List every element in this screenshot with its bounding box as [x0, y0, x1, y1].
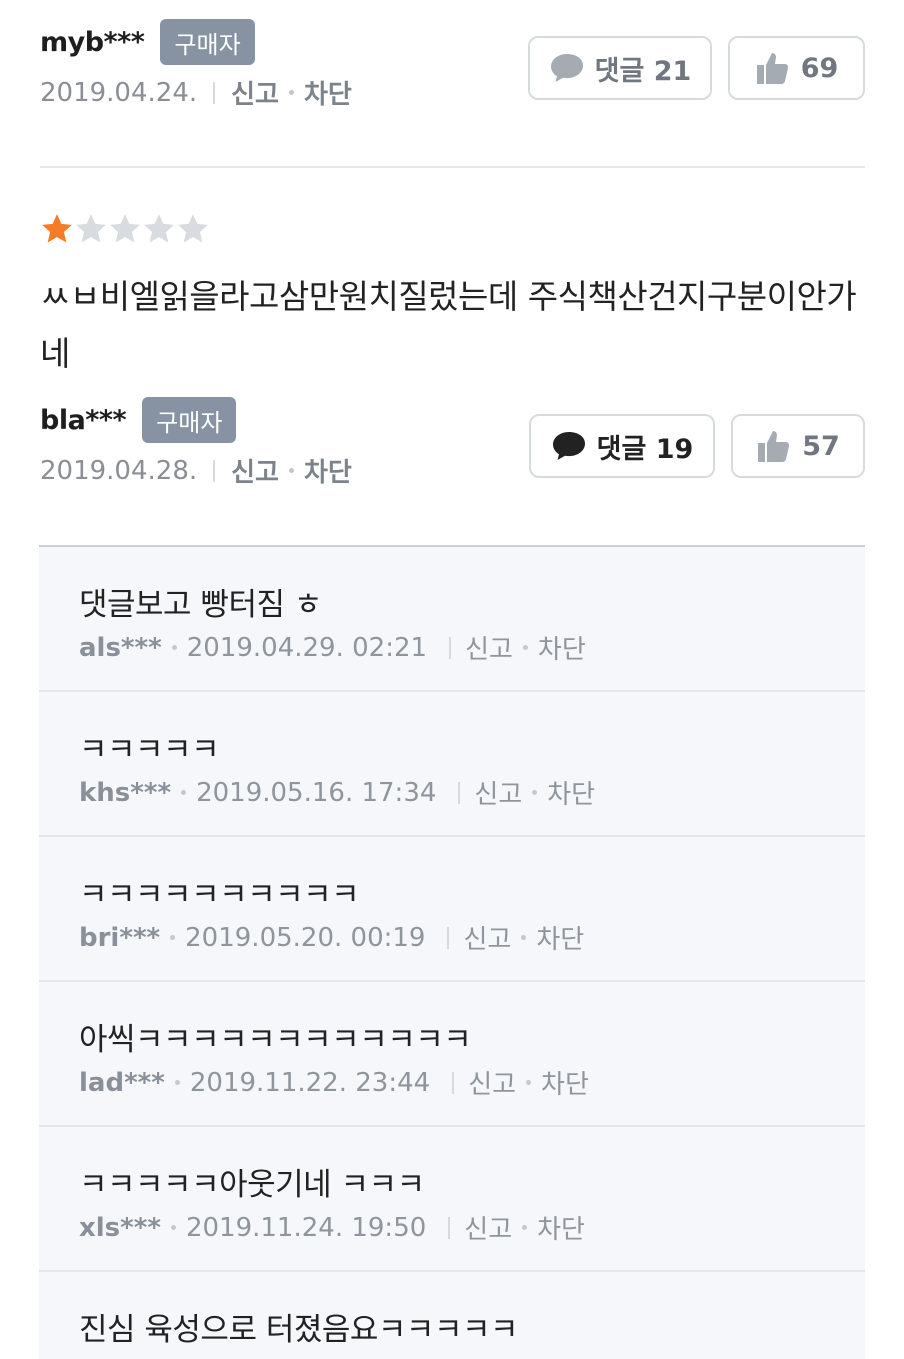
- comment-datetime: 2019.11.24. 19:50: [185, 1212, 427, 1243]
- comment-text: ㅋㅋㅋㅋㅋㅋㅋㅋㅋㅋ: [79, 877, 360, 913]
- dot-separator: [171, 645, 177, 650]
- star-empty-icon: [76, 214, 106, 243]
- comment-count-label: 댓글 21: [594, 55, 692, 87]
- comment-text: ㅋㅋㅋㅋㅋ: [79, 732, 220, 768]
- comment-username[interactable]: als***: [79, 633, 162, 663]
- comment-list: 댓글보고 빵터짐 ㅎ als*** 2019.04.29. 02:21 신고 차…: [39, 545, 865, 1359]
- dot-separator: [288, 90, 294, 95]
- comment-username[interactable]: xls***: [79, 1213, 161, 1243]
- thumbs-up-icon: [756, 428, 792, 464]
- speech-bubble-icon: [551, 430, 587, 462]
- block-link[interactable]: 차단: [538, 629, 586, 666]
- star-filled-icon: [42, 214, 72, 243]
- comment-item: 댓글보고 빵터짐 ㅎ als*** 2019.04.29. 02:21 신고 차…: [39, 547, 865, 692]
- separator: [458, 781, 461, 804]
- review-1-meta-row: 2019.04.24. 신고 차단: [40, 74, 352, 111]
- review-1-comment-button[interactable]: 댓글 21: [528, 36, 712, 100]
- like-count: 57: [802, 430, 840, 462]
- dot-separator: [532, 790, 538, 795]
- star-empty-icon: [178, 214, 208, 243]
- buyer-badge: 구매자: [142, 397, 237, 443]
- star-empty-icon: [110, 214, 140, 243]
- block-link[interactable]: 차단: [304, 452, 352, 489]
- dot-separator: [174, 1080, 180, 1085]
- separator: [213, 81, 216, 104]
- review-divider: [40, 166, 865, 168]
- comment-item: ㅋㅋㅋㅋㅋㅋㅋㅋㅋㅋ bri*** 2019.05.20. 00:19 신고 차…: [39, 837, 865, 982]
- report-link[interactable]: 신고: [465, 629, 513, 666]
- comment-item: ㅋㅋㅋㅋㅋ아웃기네 ㅋㅋㅋ xls*** 2019.11.24. 19:50 신…: [39, 1127, 865, 1272]
- comment-text: ㅋㅋㅋㅋㅋ아웃기네 ㅋㅋㅋ: [79, 1167, 425, 1203]
- dot-separator: [170, 935, 176, 940]
- comment-count-label: 댓글 19: [596, 433, 694, 465]
- report-link[interactable]: 신고: [474, 774, 522, 811]
- report-link[interactable]: 신고: [231, 74, 279, 111]
- review-2-user-row: bla*** 구매자: [40, 396, 352, 444]
- report-link[interactable]: 신고: [468, 1064, 516, 1101]
- block-link[interactable]: 차단: [547, 774, 595, 811]
- separator: [452, 1071, 455, 1094]
- review-2-comment-button[interactable]: 댓글 19: [529, 414, 715, 478]
- separator: [213, 459, 216, 482]
- block-link[interactable]: 차단: [304, 74, 352, 111]
- dot-separator: [522, 1225, 528, 1230]
- review-1-user-row: myb*** 구매자: [40, 18, 352, 66]
- review-2-username[interactable]: bla***: [40, 405, 127, 436]
- review-1-username[interactable]: myb***: [40, 27, 145, 58]
- comment-meta: lad*** 2019.11.22. 23:44 신고 차단: [79, 1064, 589, 1101]
- dot-separator: [526, 1080, 532, 1085]
- dot-separator: [170, 1225, 176, 1230]
- comment-text: 아씩ㅋㅋㅋㅋㅋㅋㅋㅋㅋㅋㅋㅋ: [79, 1022, 472, 1058]
- block-link[interactable]: 차단: [541, 1064, 589, 1101]
- comment-datetime: 2019.11.22. 23:44: [189, 1067, 431, 1098]
- comment-text: 진심 육성으로 터졌음요ㅋㅋㅋㅋㅋ: [79, 1312, 519, 1348]
- dot-separator: [521, 935, 527, 940]
- comment-datetime: 2019.05.16. 17:34: [196, 777, 437, 808]
- speech-bubble-icon: [549, 52, 585, 84]
- review-2-meta: bla*** 구매자 2019.04.28. 신고 차단: [40, 396, 352, 489]
- comment-item: ㅋㅋㅋㅋㅋ khs*** 2019.05.16. 17:34 신고 차단: [39, 692, 865, 837]
- comment-meta: bri*** 2019.05.20. 00:19 신고 차단: [79, 919, 584, 956]
- separator: [447, 926, 450, 949]
- dot-separator: [288, 468, 294, 473]
- like-count: 69: [800, 52, 839, 84]
- report-link[interactable]: 신고: [231, 452, 279, 489]
- review-2-text: ㅆㅂ비엘읽을라고삼만원치질렀는데 주식책산건지구분이안가네: [40, 277, 857, 373]
- comment-username[interactable]: khs***: [79, 778, 171, 808]
- comment-text: 댓글보고 빵터짐 ㅎ: [79, 587, 322, 623]
- review-2-like-button[interactable]: 57: [731, 414, 865, 478]
- review-2-meta-row: 2019.04.28. 신고 차단: [40, 452, 352, 489]
- comment-username[interactable]: bri***: [79, 923, 160, 953]
- comment-meta: xls*** 2019.11.24. 19:50 신고 차단: [79, 1209, 585, 1246]
- review-1-like-button[interactable]: 69: [728, 36, 865, 100]
- comment-item: 아씩ㅋㅋㅋㅋㅋㅋㅋㅋㅋㅋㅋㅋ lad*** 2019.11.22. 23:44 …: [39, 982, 865, 1127]
- review-2-date: 2019.04.28.: [40, 455, 198, 486]
- star-rating: [40, 212, 210, 246]
- review-1-meta: myb*** 구매자 2019.04.24. 신고 차단: [40, 18, 352, 111]
- review-1-date: 2019.04.24.: [40, 77, 198, 108]
- comment-datetime: 2019.05.20. 00:19: [185, 922, 426, 953]
- separator: [448, 1216, 451, 1239]
- report-link[interactable]: 신고: [464, 1209, 512, 1246]
- dot-separator: [181, 790, 187, 795]
- block-link[interactable]: 차단: [536, 919, 584, 956]
- comment-item: 진심 육성으로 터졌음요ㅋㅋㅋㅋㅋ: [39, 1272, 865, 1359]
- dot-separator: [522, 645, 528, 650]
- comment-meta: khs*** 2019.05.16. 17:34 신고 차단: [79, 774, 595, 811]
- comment-datetime: 2019.04.29. 02:21: [186, 632, 428, 663]
- report-link[interactable]: 신고: [463, 919, 511, 956]
- separator: [449, 636, 452, 659]
- thumbs-up-icon: [755, 50, 791, 86]
- comment-meta: als*** 2019.04.29. 02:21 신고 차단: [79, 629, 586, 666]
- comment-username[interactable]: lad***: [79, 1068, 165, 1098]
- block-link[interactable]: 차단: [537, 1209, 585, 1246]
- star-empty-icon: [144, 214, 174, 243]
- buyer-badge: 구매자: [160, 19, 255, 65]
